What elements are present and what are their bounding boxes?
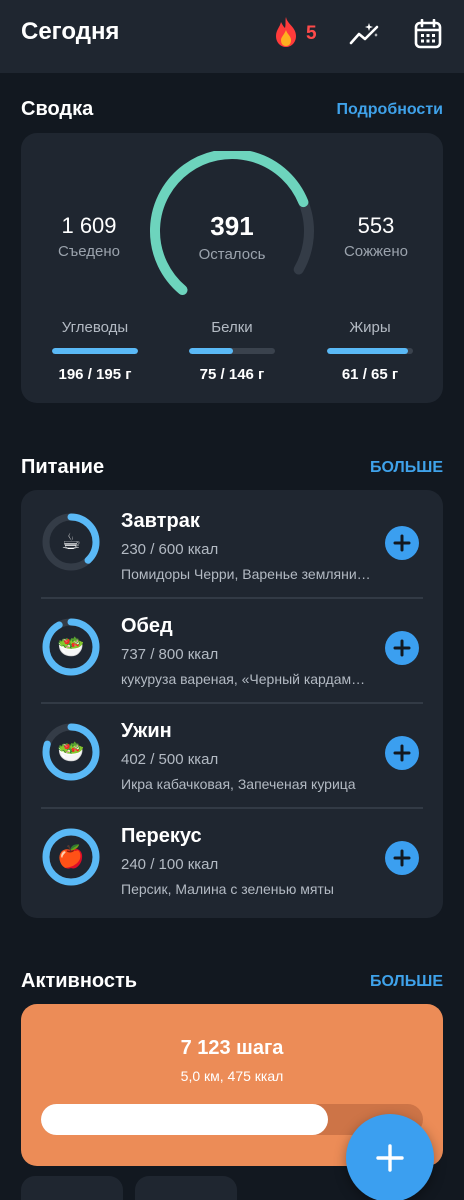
macro-bar [52, 348, 138, 354]
macro-fat: Жиры 61 / 65 г [327, 319, 413, 383]
steps-count: 7 123 шага [180, 1037, 284, 1059]
plus-icon [376, 1144, 404, 1172]
eaten-label: Съедено [58, 243, 120, 260]
activity-details: 5,0 км, 475 ккал [180, 1068, 284, 1084]
plus-icon [393, 744, 411, 762]
remaining-stat: 391 Осталось [172, 211, 292, 263]
meal-breakfast[interactable]: ☕ Завтрак 230 / 600 ккал Помидоры Черри,… [41, 490, 423, 595]
activity-title: Активность [21, 970, 138, 992]
salad-icon: 🥗 [57, 739, 85, 764]
meal-foods: Икра кабачковая, Запеченая курица [121, 776, 356, 792]
nutrition-header: Питание БОЛЬШЕ [21, 456, 443, 479]
page-title: Сегодня [21, 18, 120, 45]
macro-label: Углеводы [61, 319, 129, 336]
meal-foods: Помидоры Черри, Варенье земляничное [121, 566, 371, 582]
remaining-value: 391 [210, 211, 254, 241]
streak-badge[interactable]: 5 [272, 16, 317, 53]
add-fab-button[interactable] [346, 1114, 434, 1200]
steps-progress-fill [41, 1104, 328, 1135]
macro-value: 61 / 65 г [341, 366, 399, 383]
nutrition-more-link[interactable]: БОЛЬШЕ [370, 459, 443, 477]
meal-foods: кукуруза вареная, «Черный кардамон» [121, 671, 371, 687]
burned-label: Сожжено [343, 243, 409, 260]
plus-icon [393, 639, 411, 657]
coffee-cup-icon: ☕ [61, 529, 81, 554]
meal-name: Обед [121, 615, 173, 637]
meal-dinner[interactable]: 🥗 Ужин 402 / 500 ккал Икра кабачковая, З… [41, 700, 423, 805]
add-snack-button[interactable] [385, 841, 419, 875]
remaining-label: Осталось [198, 246, 266, 263]
activity-more-link[interactable]: БОЛЬШЕ [370, 973, 443, 991]
add-dinner-button[interactable] [385, 736, 419, 770]
burned-stat: 553 Сожжено [326, 213, 426, 260]
summary-title: Сводка [21, 98, 94, 120]
macro-bar-fill [189, 348, 233, 354]
meal-name: Перекус [121, 825, 202, 847]
macro-carbs: Углеводы 196 / 195 г [52, 319, 138, 383]
meal-name: Завтрак [121, 510, 200, 532]
meal-foods: Персик, Малина с зеленью мяты [121, 881, 334, 897]
eaten-value: 1 609 [61, 213, 117, 238]
top-bar: Сегодня 5 [0, 0, 464, 73]
eaten-stat: 1 609 Съедено [39, 213, 139, 260]
meals-card: ☕ Завтрак 230 / 600 ккал Помидоры Черри,… [21, 490, 443, 918]
nutrition-title: Питание [21, 456, 105, 478]
chart-sparkle-icon[interactable] [348, 17, 382, 51]
calendar-icon[interactable] [411, 17, 445, 51]
summary-details-link[interactable]: Подробности [337, 101, 443, 119]
macro-bar-fill [327, 348, 408, 354]
apple-icon: 🍎 [57, 844, 85, 869]
add-lunch-button[interactable] [385, 631, 419, 665]
salad-bowl-icon: 🥗 [57, 634, 85, 659]
macro-value: 196 / 195 г [58, 366, 132, 383]
streak-count: 5 [306, 23, 317, 44]
bottom-tile[interactable] [21, 1176, 123, 1200]
meal-snack[interactable]: 🍎 Перекус 240 / 100 ккал Персик, Малина … [41, 805, 423, 910]
meal-name: Ужин [121, 720, 172, 742]
summary-header: Сводка Подробности [21, 98, 443, 121]
meal-lunch[interactable]: 🥗 Обед 737 / 800 ккал кукуруза вареная, … [41, 595, 423, 700]
activity-header: Активность БОЛЬШЕ [21, 970, 443, 993]
add-breakfast-button[interactable] [385, 526, 419, 560]
macro-label: Жиры [349, 319, 391, 336]
meal-kcal: 230 / 600 ккал [121, 541, 219, 558]
meal-kcal: 402 / 500 ккал [121, 751, 219, 768]
summary-card[interactable]: 1 609 Съедено 391 Осталось 553 Сожжено У… [21, 133, 443, 403]
bottom-tile[interactable] [135, 1176, 237, 1200]
burned-value: 553 [357, 213, 395, 238]
meal-kcal: 240 / 100 ккал [121, 856, 219, 873]
macro-label: Белки [211, 319, 253, 336]
plus-icon [393, 849, 411, 867]
macro-bar [327, 348, 413, 354]
macro-bar [189, 348, 275, 354]
flame-icon [272, 16, 300, 53]
macro-bar-fill [52, 348, 138, 354]
macro-value: 75 / 146 г [199, 366, 265, 383]
macro-protein: Белки 75 / 146 г [189, 319, 275, 383]
meal-kcal: 737 / 800 ккал [121, 646, 219, 663]
plus-icon [393, 534, 411, 552]
